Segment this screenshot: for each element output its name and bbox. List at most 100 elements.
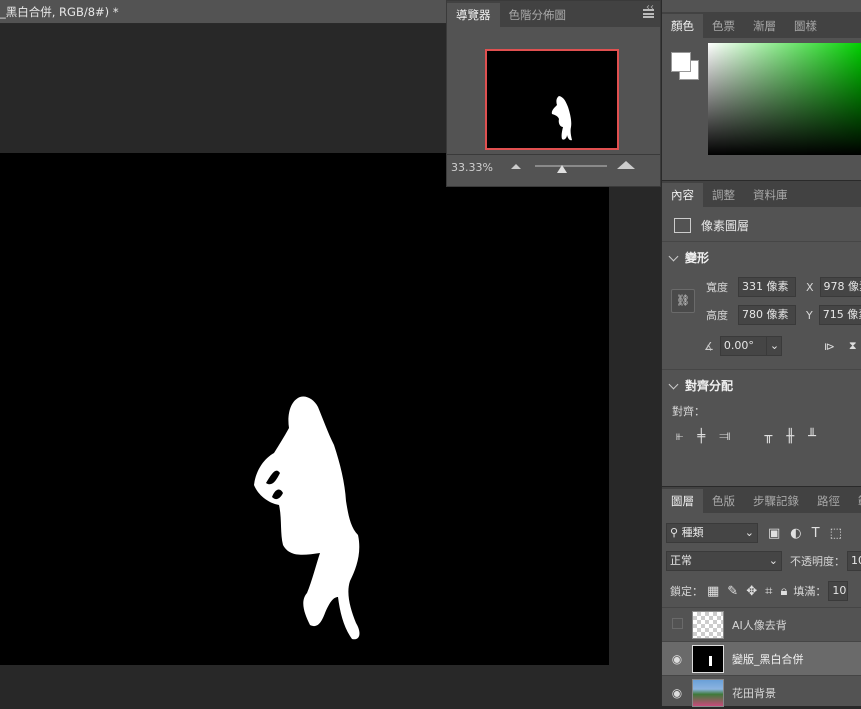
color-tabbar: 顏色 色票 漸層 圖樣 [662,12,861,38]
right-panel-column: 顏色 色票 漸層 圖樣 內容 調整 資料庫 像素圖層 變形 ⛓ 寬度 331 像… [661,0,861,709]
zoom-slider[interactable] [535,165,607,167]
filter-kind-value: 種類 [681,526,704,539]
height-row: 高度 780 像素 Y 715 像素 [706,305,861,325]
width-label: 寬度 [706,281,728,294]
zoom-in-icon[interactable] [617,161,635,169]
lock-artboard-icon[interactable]: ⌗ [765,584,772,599]
zoom-slider-thumb[interactable] [557,165,568,173]
lock-transparency-icon[interactable]: ▦ [707,584,719,599]
divider [662,241,861,242]
tab-swatches[interactable]: 色票 [703,14,744,38]
foreground-color-swatch[interactable] [671,52,691,72]
image-icon [674,218,691,233]
tab-libraries[interactable]: 資料庫 [744,183,797,207]
angle-dropdown-icon[interactable]: ⌄ [765,336,782,356]
properties-panel: 內容 調整 資料庫 像素圖層 變形 ⛓ 寬度 331 像素 X 978 像素 高… [662,180,861,486]
layer-thumbnail [692,644,724,673]
blend-mode-select[interactable]: 正常 ⌄ [666,551,782,571]
tab-color[interactable]: 顏色 [662,14,703,38]
lock-row: 鎖定： ▦ ✎ ✥ ⌗ 🔒︎ 填滿： 10 [670,581,849,601]
filter-pixel-icon[interactable]: ▣ [768,526,780,541]
tab-channels[interactable]: 色版 [703,489,744,513]
y-label: Y [806,308,813,322]
document-title: _黑白合併, RGB/8#) * [0,5,119,19]
lock-position-icon[interactable]: ✥ [746,584,757,599]
lock-label: 鎖定： [670,585,703,598]
height-label: 高度 [706,309,728,322]
properties-tabbar: 內容 調整 資料庫 [662,181,861,207]
tab-more[interactable]: 範 [849,489,861,513]
width-field[interactable]: 331 像素 [738,277,796,297]
layers-panel: 圖層 色版 步驟記錄 路徑 範 ⚲ 種類 ⌄ ▣ ◐ T ⬚ 正常 ⌄ 不透明度： … [662,486,861,709]
navigator-tabbar: 導覽器 色階分佈圖 [447,1,660,27]
tab-gradients[interactable]: 漸層 [744,14,785,38]
layer-thumbnail [692,610,724,639]
eye-icon[interactable]: ◉ [662,686,692,700]
lock-pixels-icon[interactable]: ✎ [727,584,738,599]
filter-kind-select[interactable]: ⚲ 種類 ⌄ [666,523,758,543]
align-header[interactable]: 對齊分配 [664,377,733,394]
flip-horizontal-icon[interactable]: ⧐ [824,340,835,353]
eye-icon[interactable]: ◉ [662,652,692,666]
layer-name: 花田背景 [732,686,776,700]
filter-shape-icon[interactable]: ⬚ [830,526,842,541]
tab-paths[interactable]: 路徑 [808,489,849,513]
tab-patterns[interactable]: 圖樣 [785,14,826,38]
align-left-icon[interactable]: ⫦ [676,429,683,444]
align-horizontal-center-icon[interactable]: ╪ [697,429,705,444]
filter-adjustment-icon[interactable]: ◐ [790,526,801,541]
align-top-icon[interactable]: ╥ [764,429,772,444]
search-icon: ⚲ [670,526,682,539]
chevron-down-icon: ⌄ [768,554,778,567]
flip-vertical-icon[interactable]: ⧗ [849,339,857,353]
layer-row[interactable]: AI人像去背 [662,607,861,641]
tab-history[interactable]: 步驟記錄 [744,489,808,513]
navigator-preview[interactable] [485,49,619,150]
width-row: 寬度 331 像素 X 978 像素 [706,277,861,297]
silhouette-figure [254,396,360,640]
tab-adjustments[interactable]: 調整 [703,183,744,207]
opacity-field[interactable]: 10 [847,551,861,571]
zoom-out-icon[interactable] [511,164,521,169]
align-vertical-center-icon[interactable]: ╫ [786,429,794,444]
navigator-panel: 導覽器 色階分佈圖 33.33% [446,0,661,187]
y-field[interactable]: 715 像素 [818,305,861,325]
filter-type-icon[interactable]: T [812,526,820,541]
align-buttons: ⫦ ╪ ⫥ ╥ ╫ ╨ [676,429,816,444]
blend-mode-value: 正常 [670,554,692,567]
chevron-down-icon: ⌄ [744,526,754,539]
align-bottom-icon[interactable]: ╨ [808,429,816,444]
layer-type-row: 像素圖層 [674,217,749,234]
layers-tabbar: 圖層 色版 步驟記錄 路徑 範 [662,487,861,513]
collapse-panels-icon[interactable]: ‹‹ [646,2,654,13]
tab-histogram[interactable]: 色階分佈圖 [500,3,576,27]
tab-navigator[interactable]: 導覽器 [447,3,500,27]
layer-name: AI人像去背 [732,618,787,632]
color-picker-field[interactable] [708,43,861,155]
lock-all-icon[interactable]: 🔒︎ [780,584,787,599]
align-right-icon[interactable]: ⫥ [719,429,730,444]
fill-field[interactable]: 10 [828,581,849,601]
layer-row[interactable]: ◉ 花田背景 [662,675,861,709]
layer-name: 變版_黑白合併 [732,652,804,666]
height-field[interactable]: 780 像素 [738,305,796,325]
transform-header[interactable]: 變形 [664,249,709,266]
document-canvas[interactable] [0,153,609,665]
tab-layers[interactable]: 圖層 [662,489,703,513]
align-label: 對齊： [672,405,705,418]
zoom-level[interactable]: 33.33% [451,161,493,174]
layer-row-selected[interactable]: ◉ 變版_黑白合併 [662,641,861,675]
transform-title: 變形 [685,251,710,265]
visibility-toggle-empty[interactable] [662,617,692,632]
x-field[interactable]: 978 像素 [819,277,861,297]
document-tab[interactable]: _黑白合併, RGB/8#) * [0,0,446,24]
tab-properties[interactable]: 內容 [662,183,703,207]
opacity-label: 不透明度： [790,555,845,568]
chevron-down-icon [668,251,679,261]
angle-field[interactable]: 0.00° [719,336,766,356]
navigator-divider [447,154,660,155]
link-icon[interactable]: ⛓ [671,289,695,313]
align-title: 對齊分配 [685,379,734,393]
chevron-down-icon [668,379,679,389]
navigator-thumbnail-figure [551,96,572,141]
